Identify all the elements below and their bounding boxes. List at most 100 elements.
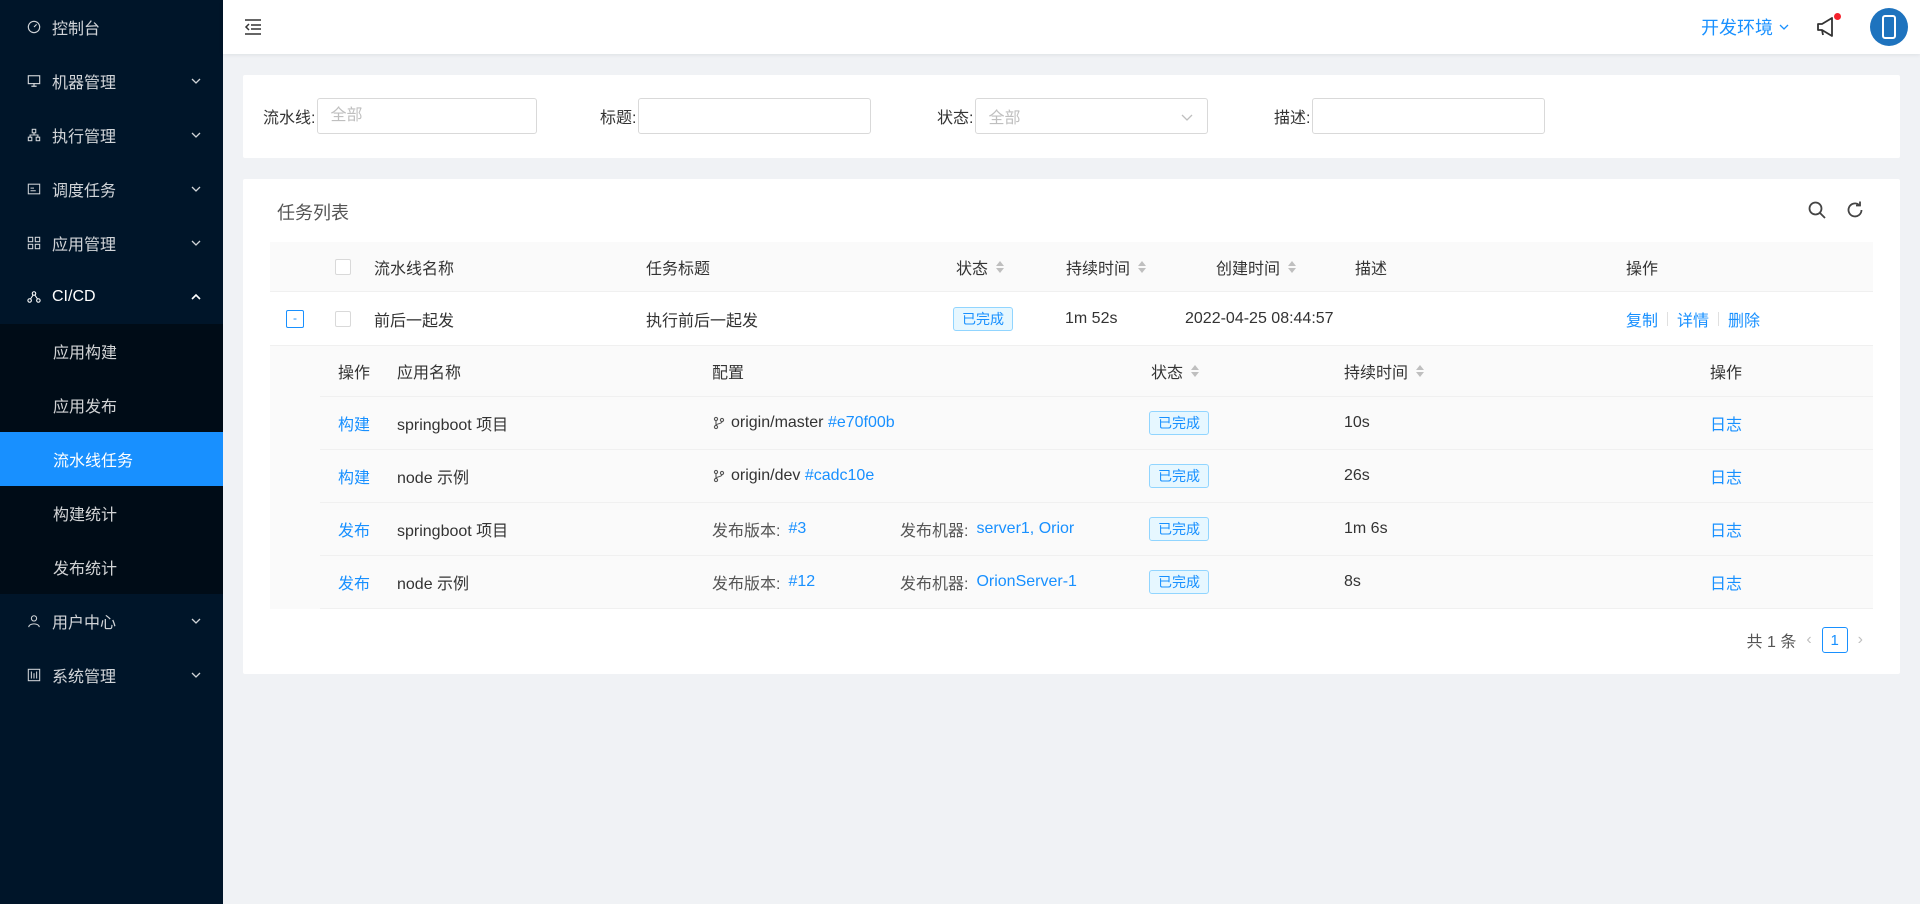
status-badge: 已完成 — [1149, 570, 1209, 594]
build-link[interactable]: 构建 — [338, 450, 370, 502]
sidebar-item-schedule[interactable]: 调度任务 — [0, 162, 223, 216]
collapse-row-button[interactable]: - — [286, 309, 304, 328]
sidebar-item-label: CI/CD — [52, 288, 96, 305]
filter-status-label: 状态: — [937, 110, 974, 127]
version-link[interactable]: #12 — [788, 573, 815, 591]
app-name: node 示例 — [397, 470, 470, 487]
sidebar-item-machines[interactable]: 机器管理 — [0, 54, 223, 108]
build-link[interactable]: 构建 — [338, 397, 370, 449]
nested-row: 发布 springboot 项目 发布版本: #3 发布机器: server1,… — [320, 503, 1873, 556]
deployment-icon — [26, 289, 42, 305]
desc-input[interactable] — [1312, 98, 1546, 134]
sidebar-item-build-stats[interactable]: 构建统计 — [0, 486, 223, 540]
sidebar-item-label: 执行管理 — [52, 129, 117, 146]
machine-link[interactable]: OrionServer-1 — [976, 573, 1076, 591]
sort-icon[interactable] — [996, 260, 1005, 273]
sidebar-item-app-build[interactable]: 应用构建 — [0, 324, 223, 378]
ncol-status[interactable]: 状态 — [1151, 346, 1200, 396]
log-link[interactable]: 日志 — [1710, 450, 1742, 502]
col-created[interactable]: 创建时间 — [1216, 242, 1297, 291]
user-icon — [26, 613, 42, 629]
chevron-down-icon — [191, 184, 201, 194]
duration: 1m 52s — [1065, 309, 1118, 327]
sidebar-item-system[interactable]: 系统管理 — [0, 648, 223, 702]
sidebar-item-label: 应用管理 — [52, 237, 117, 254]
sidebar-item-release-stats[interactable]: 发布统计 — [0, 540, 223, 594]
duration: 8s — [1344, 573, 1361, 590]
sort-icon[interactable] — [1138, 260, 1147, 273]
filter-pipeline: 流水线: — [263, 98, 538, 134]
sidebar-item-pipeline-task[interactable]: 流水线任务 — [0, 432, 223, 486]
config: 发布版本: #12 — [712, 556, 815, 608]
ncol-config: 配置 — [712, 365, 745, 382]
select-all-checkbox[interactable] — [335, 258, 351, 275]
duration: 10s — [1344, 414, 1370, 431]
version-link[interactable]: #3 — [788, 520, 806, 538]
chevron-down-icon — [191, 670, 201, 680]
page-button[interactable]: 1 — [1821, 627, 1848, 653]
sidebar: 控制台 机器管理 执行管理 调度任务 应用管理 CI/CD 应用构建 应用发布 … — [0, 0, 223, 904]
log-link[interactable]: 日志 — [1710, 556, 1742, 608]
col-status[interactable]: 状态 — [956, 242, 1005, 291]
status-select[interactable]: 全部 — [975, 98, 1209, 134]
ncol-duration[interactable]: 持续时间 — [1344, 346, 1425, 396]
desktop-icon — [26, 73, 42, 89]
log-link[interactable]: 日志 — [1710, 397, 1742, 449]
top-header: 开发环境 — [223, 0, 1920, 54]
setting-icon — [26, 667, 42, 683]
nested-row: 构建 node 示例 origin/dev #cadc10e 已完成 26s 日… — [320, 450, 1873, 503]
delete-link[interactable]: 删除 — [1728, 307, 1760, 331]
prev-page-icon[interactable]: ‹ — [1806, 631, 1811, 649]
task-title: 执行前后一起发 — [646, 312, 759, 330]
environment-dropdown[interactable]: 开发环境 — [1701, 14, 1789, 40]
title-input[interactable] — [638, 98, 872, 134]
duration: 26s — [1344, 467, 1370, 484]
branch-icon — [712, 469, 731, 483]
cluster-icon — [26, 127, 42, 143]
sidebar-item-apps[interactable]: 应用管理 — [0, 216, 223, 270]
copy-link[interactable]: 复制 — [1626, 307, 1658, 331]
detail-link[interactable]: 详情 — [1677, 307, 1709, 331]
search-icon[interactable] — [1807, 200, 1827, 220]
status-select-value: 全部 — [988, 110, 1021, 127]
log-link[interactable]: 日志 — [1710, 503, 1742, 555]
notification-dot — [1834, 13, 1841, 20]
status-badge: 已完成 — [953, 306, 1013, 331]
sort-icon[interactable] — [1288, 260, 1297, 273]
commit-link[interactable]: #cadc10e — [805, 467, 874, 485]
menu-fold-icon[interactable] — [243, 17, 263, 37]
table-row: - 前后一起发 执行前后一起发 已完成 1m 52s 2022-04-25 08… — [270, 292, 1873, 346]
avatar[interactable] — [1870, 8, 1908, 46]
task-table: 流水线名称 任务标题 状态 持续时间 创建时间 描述 操作 - 前后一起发 执行… — [270, 242, 1873, 609]
total-count: 共 1 条 — [1746, 634, 1797, 651]
sidebar-item-cicd[interactable]: CI/CD — [0, 270, 223, 324]
col-task-title: 任务标题 — [646, 260, 711, 278]
release-link[interactable]: 发布 — [338, 503, 370, 555]
release-link[interactable]: 发布 — [338, 556, 370, 608]
refresh-icon[interactable] — [1845, 200, 1865, 220]
pipeline-input[interactable] — [317, 98, 538, 134]
card-title: 任务列表 — [277, 203, 349, 223]
next-page-icon[interactable]: › — [1858, 631, 1863, 649]
status-badge: 已完成 — [1149, 464, 1209, 488]
sidebar-item-user-center[interactable]: 用户中心 — [0, 594, 223, 648]
sort-icon[interactable] — [1416, 365, 1425, 377]
config: origin/dev #cadc10e — [712, 450, 874, 502]
chevron-down-icon — [191, 616, 201, 626]
sidebar-item-dashboard[interactable]: 控制台 — [0, 0, 223, 54]
notification-icon[interactable] — [1815, 13, 1841, 39]
filter-desc-label: 描述: — [1274, 110, 1311, 127]
sort-icon[interactable] — [1191, 365, 1200, 377]
col-duration[interactable]: 持续时间 — [1066, 242, 1147, 291]
col-actions: 操作 — [1626, 260, 1659, 278]
machine-link[interactable]: server1, Orior — [976, 520, 1074, 538]
ncol-duration-label: 持续时间 — [1344, 365, 1409, 382]
created-time: 2022-04-25 08:44:57 — [1185, 309, 1334, 327]
row-checkbox[interactable] — [335, 310, 351, 327]
sidebar-item-app-release[interactable]: 应用发布 — [0, 378, 223, 432]
commit-link[interactable]: #e70f00b — [828, 414, 895, 432]
sidebar-item-execution[interactable]: 执行管理 — [0, 108, 223, 162]
chevron-down-icon — [191, 130, 201, 140]
app-name: springboot 项目 — [397, 417, 509, 434]
app-name: node 示例 — [397, 576, 470, 593]
